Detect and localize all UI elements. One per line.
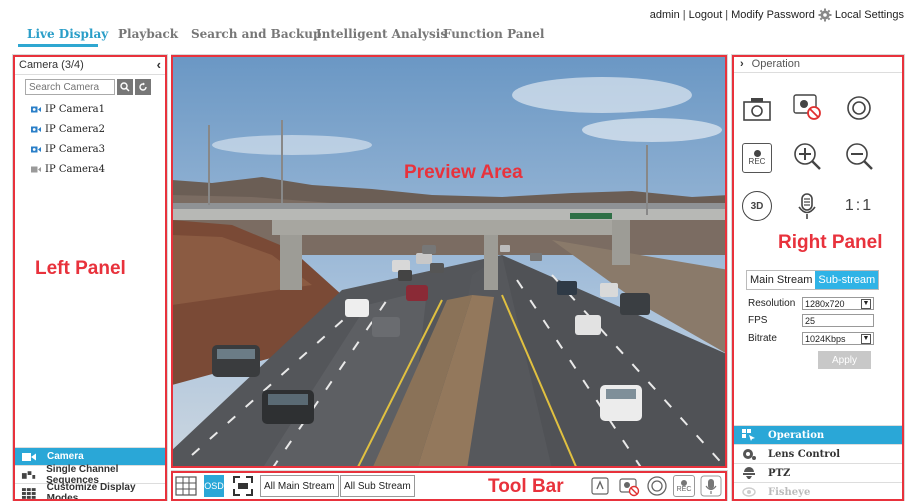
fps-row: FPS xyxy=(748,315,767,326)
menu-fisheye[interactable]: Fisheye xyxy=(732,482,904,501)
microphone-icon[interactable] xyxy=(700,475,722,497)
search-camera-input[interactable] xyxy=(25,79,115,95)
3d-positioning-icon[interactable]: 3D xyxy=(742,191,772,221)
search-icon[interactable] xyxy=(117,79,133,95)
preview-area-label: Preview Area xyxy=(404,162,523,183)
right-panel-label: Right Panel xyxy=(778,232,883,253)
bitrate-select[interactable]: 1024Kbps ▼ xyxy=(802,332,874,345)
logout-link[interactable]: Logout xyxy=(689,9,723,21)
menu-single-channel-sequences[interactable]: Single Channel Sequences xyxy=(13,464,167,486)
tab-search-and-backup[interactable]: Search and Backup xyxy=(191,27,321,41)
camera-list: IP Camera1 IP Camera2 IP Camera3 IP Came… xyxy=(13,95,167,179)
active-tab-indicator xyxy=(18,44,98,47)
camera-search-row xyxy=(13,75,167,95)
tab-intelligent-analysis[interactable]: Intelligent Analysis xyxy=(316,27,447,41)
camera-online-icon xyxy=(31,126,41,132)
fisheye-icon xyxy=(742,487,756,497)
camera-list-item[interactable]: IP Camera3 xyxy=(31,139,167,159)
gear-icon[interactable] xyxy=(818,8,832,22)
chevron-down-icon: ▼ xyxy=(861,333,871,344)
camera-offline-icon xyxy=(31,166,41,172)
camera-list-item[interactable]: IP Camera2 xyxy=(31,119,167,139)
record-icon[interactable]: REC xyxy=(673,475,695,497)
original-proportion-icon[interactable]: 1:1 xyxy=(844,191,874,221)
right-panel: › Operation REC 3D 1:1 Main Stream Sub-s… xyxy=(731,54,905,501)
camera-online-icon xyxy=(31,146,41,152)
camera-online-icon xyxy=(31,106,41,112)
camera-list-item[interactable]: IP Camera1 xyxy=(31,99,167,119)
modify-password-link[interactable]: Modify Password xyxy=(731,9,815,21)
menu-camera[interactable]: Camera xyxy=(13,447,167,465)
screen-layout-icon[interactable] xyxy=(175,475,197,497)
fps-input[interactable]: 25 xyxy=(802,314,874,327)
sequence-icon xyxy=(21,470,36,479)
preview-area[interactable] xyxy=(171,54,728,468)
tab-function-panel[interactable]: Function Panel xyxy=(443,27,544,41)
left-panel-bottom-menu: Camera Single Channel Sequences Customiz… xyxy=(13,447,167,504)
resolution-label: Resolution xyxy=(748,298,796,309)
toolbar-label: Tool Bar xyxy=(488,476,564,497)
menu-lens-control[interactable]: Lens Control xyxy=(732,444,904,463)
menu-ptz[interactable]: PTZ xyxy=(732,463,904,482)
local-settings-link[interactable]: Local Settings xyxy=(835,9,904,21)
camera-list-header: Camera (3/4) ‹ xyxy=(13,55,167,75)
operation-header[interactable]: › Operation xyxy=(732,55,904,73)
menu-operation[interactable]: Operation xyxy=(732,425,904,444)
tab-playback[interactable]: Playback xyxy=(118,27,178,41)
zoom-out-icon[interactable] xyxy=(844,141,874,171)
disable-preview-icon[interactable] xyxy=(618,475,640,497)
microphone-icon[interactable] xyxy=(792,191,822,221)
all-sub-stream-button[interactable]: All Sub Stream xyxy=(340,475,415,497)
right-panel-bottom-menu: Operation Lens Control PTZ Fisheye xyxy=(732,425,904,501)
zoom-in-icon[interactable] xyxy=(792,141,822,171)
collapse-chevron-icon[interactable]: ‹ xyxy=(157,57,161,72)
grid-icon xyxy=(21,487,36,499)
resolution-row: Resolution xyxy=(748,298,795,309)
left-panel-label: Left Panel xyxy=(35,258,126,279)
camera-count-title: Camera (3/4) xyxy=(19,59,84,71)
tab-main-stream[interactable]: Main Stream xyxy=(747,271,816,289)
chevron-down-icon: ▼ xyxy=(861,298,871,309)
user-links: admin | Logout | Modify Password Local S… xyxy=(649,8,904,22)
fullscreen-icon[interactable] xyxy=(232,475,254,497)
username: admin xyxy=(649,9,680,21)
top-navigation: Live Display Playback Search and Backup … xyxy=(0,0,910,50)
refresh-icon[interactable] xyxy=(135,79,151,95)
manual-record-icon[interactable]: REC xyxy=(742,143,772,173)
disable-preview-icon[interactable] xyxy=(792,91,822,121)
video-camera-icon xyxy=(22,452,36,461)
record-ring-icon[interactable] xyxy=(844,93,874,123)
expand-chevron-icon[interactable]: › xyxy=(740,58,744,70)
fps-label: FPS xyxy=(748,315,768,326)
osd-button[interactable]: OSD xyxy=(204,475,224,497)
camera-list-item[interactable]: IP Camera4 xyxy=(31,159,167,179)
stream-tabs: Main Stream Sub-stream xyxy=(746,270,880,290)
highway-camera-feed xyxy=(172,55,727,467)
tab-sub-stream[interactable]: Sub-stream xyxy=(815,271,879,289)
menu-customize-display-modes[interactable]: Customize Display Modes xyxy=(13,482,167,504)
lens-control-icon xyxy=(743,449,756,460)
playback-icon[interactable] xyxy=(590,475,610,497)
ptz-dome-icon xyxy=(743,467,755,479)
bitrate-row: Bitrate xyxy=(748,333,777,344)
snapshot-icon[interactable] xyxy=(646,475,668,497)
toolbar: OSD All Main Stream All Sub Stream REC xyxy=(171,470,728,501)
bitrate-label: Bitrate xyxy=(748,333,777,344)
all-main-stream-button[interactable]: All Main Stream xyxy=(260,475,339,497)
apply-button[interactable]: Apply xyxy=(818,351,871,369)
operation-icon xyxy=(742,429,755,441)
snapshot-camera-icon[interactable] xyxy=(742,93,772,123)
resolution-select[interactable]: 1280x720 ▼ xyxy=(802,297,874,310)
tab-live-display[interactable]: Live Display xyxy=(27,27,108,41)
